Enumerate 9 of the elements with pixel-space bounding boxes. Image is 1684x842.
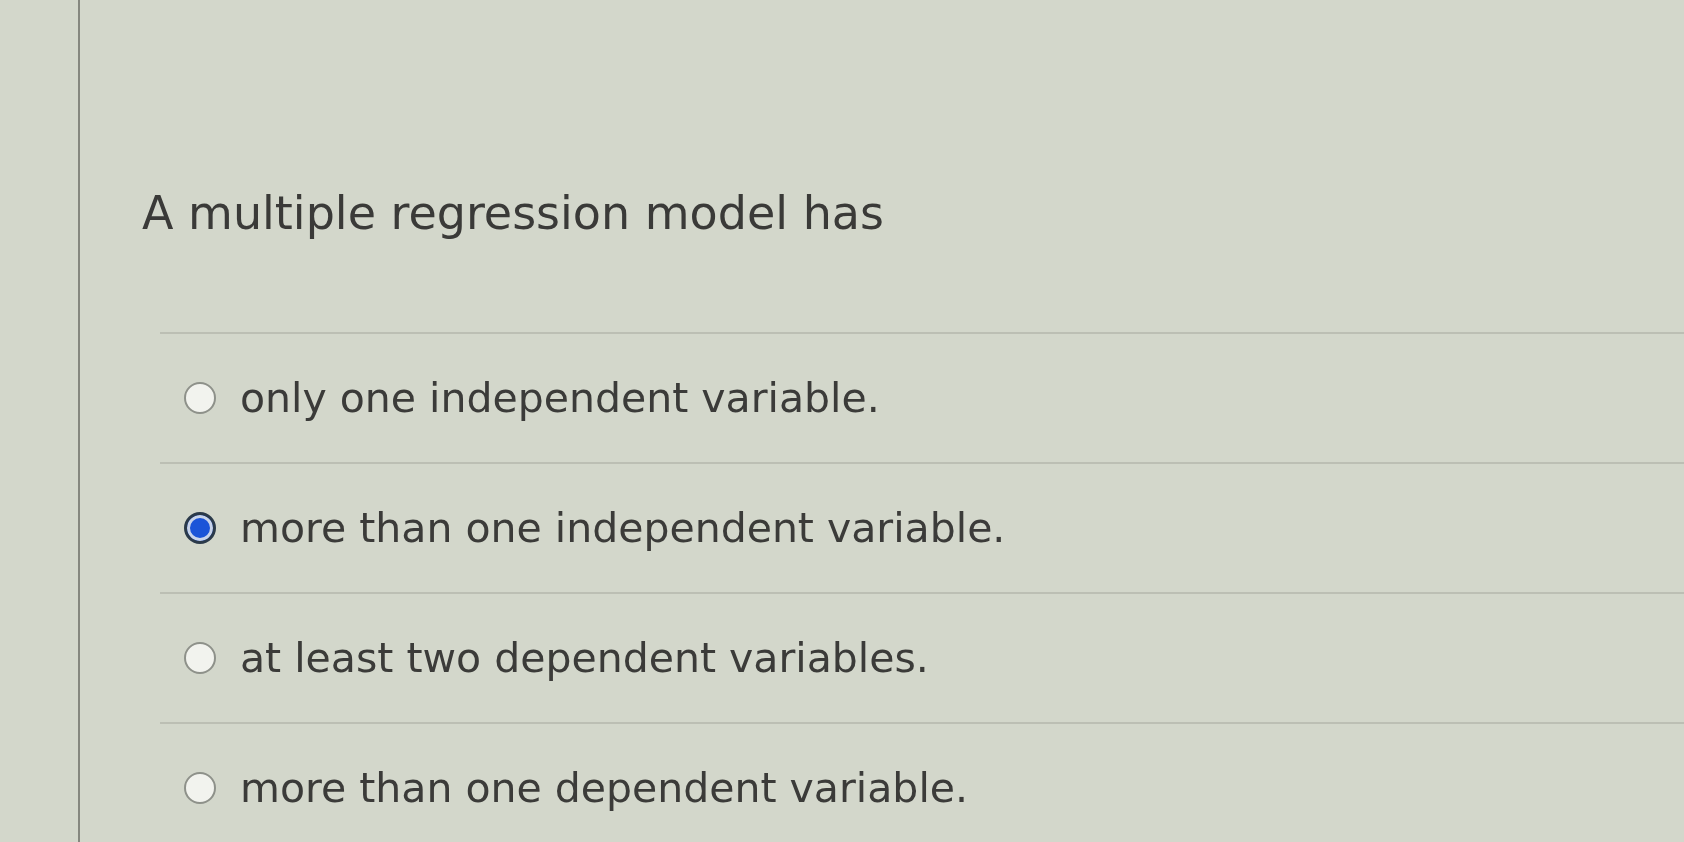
option-label[interactable]: more than one independent variable.	[240, 504, 1006, 552]
option-label[interactable]: more than one dependent variable.	[240, 764, 969, 812]
question-text: A multiple regression model has	[142, 186, 884, 240]
radio-button[interactable]	[184, 772, 216, 804]
radio-button[interactable]	[184, 382, 216, 414]
radio-button[interactable]	[184, 642, 216, 674]
option-label[interactable]: only one independent variable.	[240, 374, 880, 422]
option-label[interactable]: at least two dependent variables.	[240, 634, 929, 682]
radio-button[interactable]	[184, 512, 216, 544]
